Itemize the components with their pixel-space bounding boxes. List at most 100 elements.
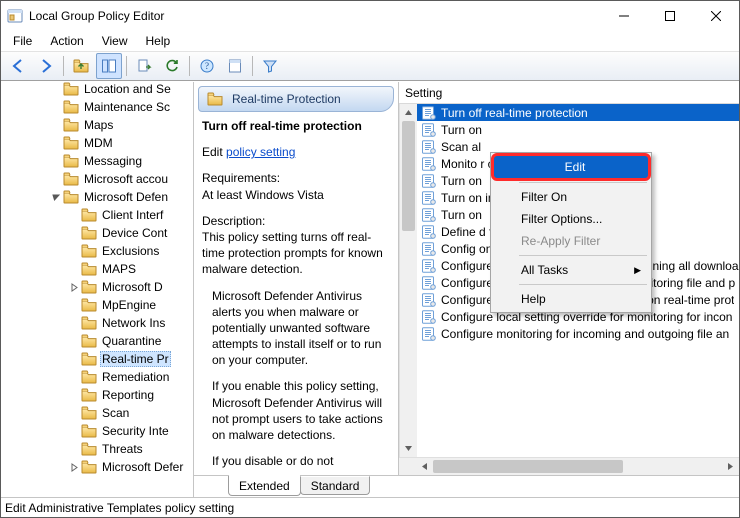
tree-item[interactable]: Network Ins bbox=[11, 314, 193, 332]
settings-row-label: Turn on bbox=[441, 174, 482, 188]
policy-icon bbox=[421, 174, 437, 188]
policy-icon bbox=[421, 327, 437, 341]
nav-tree[interactable]: Location and SeMaintenance ScMaps MDM Mess… bbox=[1, 82, 194, 497]
expand-icon[interactable] bbox=[67, 283, 81, 292]
tree-item[interactable]: Quarantine bbox=[11, 332, 193, 350]
scroll-down-icon[interactable] bbox=[400, 440, 417, 457]
folder-icon bbox=[63, 100, 79, 114]
menu-help[interactable]: Help bbox=[138, 32, 179, 50]
export-list-button[interactable] bbox=[131, 53, 157, 79]
tree-item[interactable]: MDM bbox=[11, 134, 193, 152]
policy-icon bbox=[421, 276, 437, 290]
description-header-label: Real-time Protection bbox=[232, 92, 341, 106]
up-one-level-button[interactable] bbox=[68, 53, 94, 79]
folder-icon bbox=[63, 118, 79, 132]
tree-item-label: MDM bbox=[82, 136, 115, 150]
folder-icon bbox=[81, 334, 97, 348]
scroll-left-icon[interactable] bbox=[416, 458, 433, 475]
settings-hscroll[interactable] bbox=[399, 457, 739, 475]
tree-item[interactable]: Microsoft Defer bbox=[11, 458, 193, 476]
settings-row[interactable]: Turn on bbox=[417, 121, 739, 138]
policy-icon bbox=[421, 259, 437, 273]
settings-row[interactable]: Configure monitoring for incoming and ou… bbox=[417, 325, 739, 342]
tree-item-label: Reporting bbox=[100, 388, 156, 402]
tree-item-label: Quarantine bbox=[100, 334, 163, 348]
tree-item[interactable]: Maps bbox=[11, 116, 193, 134]
policy-icon bbox=[421, 310, 437, 324]
edit-policy-link[interactable]: policy setting bbox=[226, 145, 295, 159]
ctx-reapply-filter: Re-Apply Filter bbox=[493, 230, 649, 252]
policy-icon bbox=[421, 106, 437, 120]
folder-icon bbox=[63, 172, 79, 186]
tree-item-label: Device Cont bbox=[100, 226, 169, 240]
status-text: Edit Administrative Templates policy set… bbox=[5, 501, 234, 515]
policy-icon bbox=[421, 157, 437, 171]
app-window: Local Group Policy Editor File Action Vi… bbox=[0, 0, 740, 518]
folder-icon bbox=[63, 136, 79, 150]
tree-item[interactable]: Microsoft Defen bbox=[11, 188, 193, 206]
policy-icon bbox=[421, 225, 437, 239]
tree-item[interactable]: MpEngine bbox=[11, 296, 193, 314]
refresh-button[interactable] bbox=[159, 53, 185, 79]
folder-icon bbox=[81, 262, 97, 276]
context-menu: Edit Filter On Filter Options... Re-Appl… bbox=[490, 152, 652, 313]
tree-item[interactable]: Microsoft D bbox=[11, 278, 193, 296]
policy-icon bbox=[421, 242, 437, 256]
tree-item[interactable]: Threats bbox=[11, 440, 193, 458]
tree-item-label: Exclusions bbox=[100, 244, 161, 258]
folder-icon bbox=[81, 298, 97, 312]
tree-item[interactable]: Maintenance Sc bbox=[11, 98, 193, 116]
tree-item[interactable]: Scan bbox=[11, 404, 193, 422]
help-button[interactable]: ? bbox=[194, 53, 220, 79]
description-p2: Microsoft Defender Antivirus alerts you … bbox=[212, 288, 390, 369]
folder-icon bbox=[63, 190, 79, 204]
menu-file[interactable]: File bbox=[5, 32, 40, 50]
tree-item-label: Microsoft D bbox=[100, 280, 165, 294]
properties-button[interactable] bbox=[222, 53, 248, 79]
tree-item[interactable]: Remediation bbox=[11, 368, 193, 386]
tab-extended[interactable]: Extended bbox=[228, 475, 301, 496]
nav-forward-button[interactable] bbox=[33, 53, 59, 79]
tree-item[interactable]: Microsoft accou bbox=[11, 170, 193, 188]
tree-item[interactable]: Client Interf bbox=[11, 206, 193, 224]
tree-item[interactable]: Real-time Pr bbox=[11, 350, 193, 368]
scroll-up-icon[interactable] bbox=[400, 104, 417, 121]
tree-item[interactable]: MAPS bbox=[11, 260, 193, 278]
settings-row-label: Scan al bbox=[441, 140, 481, 154]
ctx-help[interactable]: Help bbox=[493, 288, 649, 310]
maximize-button[interactable] bbox=[647, 1, 693, 31]
tree-item[interactable]: Location and Se bbox=[11, 82, 193, 98]
tree-item[interactable]: Security Inte bbox=[11, 422, 193, 440]
column-header-setting[interactable]: Setting bbox=[399, 82, 739, 104]
nav-back-button[interactable] bbox=[5, 53, 31, 79]
minimize-button[interactable] bbox=[601, 1, 647, 31]
hscroll-thumb[interactable] bbox=[433, 460, 623, 473]
filter-button[interactable] bbox=[257, 53, 283, 79]
tree-item[interactable]: Device Cont bbox=[11, 224, 193, 242]
show-hide-tree-button[interactable] bbox=[96, 53, 122, 79]
collapse-icon[interactable] bbox=[49, 193, 63, 202]
tree-item[interactable]: Reporting bbox=[11, 386, 193, 404]
ctx-edit[interactable]: Edit bbox=[491, 153, 651, 181]
description-heading: Description: bbox=[202, 213, 390, 229]
scroll-right-icon[interactable] bbox=[722, 458, 739, 475]
ctx-filter-on[interactable]: Filter On bbox=[493, 186, 649, 208]
menu-action[interactable]: Action bbox=[42, 32, 91, 50]
ctx-all-tasks[interactable]: All Tasks▶ bbox=[493, 259, 649, 281]
close-button[interactable] bbox=[693, 1, 739, 31]
vscroll-thumb[interactable] bbox=[402, 121, 415, 231]
ctx-filter-options[interactable]: Filter Options... bbox=[493, 208, 649, 230]
tree-item[interactable]: Exclusions bbox=[11, 242, 193, 260]
description-p4: If you disable or do not bbox=[212, 453, 390, 469]
folder-icon bbox=[81, 280, 97, 294]
toolbar: ? bbox=[1, 51, 739, 81]
menu-view[interactable]: View bbox=[94, 32, 136, 50]
expand-icon[interactable] bbox=[67, 463, 81, 472]
tab-standard[interactable]: Standard bbox=[300, 476, 371, 495]
settings-row[interactable]: Turn off real-time protection bbox=[417, 104, 739, 121]
tree-item-label: Threats bbox=[100, 442, 145, 456]
settings-vscroll[interactable] bbox=[399, 104, 417, 457]
settings-row-label: Turn off real-time protection bbox=[441, 106, 588, 120]
settings-row-label: Configure monitoring for incoming and ou… bbox=[441, 327, 729, 341]
tree-item[interactable]: Messaging bbox=[11, 152, 193, 170]
